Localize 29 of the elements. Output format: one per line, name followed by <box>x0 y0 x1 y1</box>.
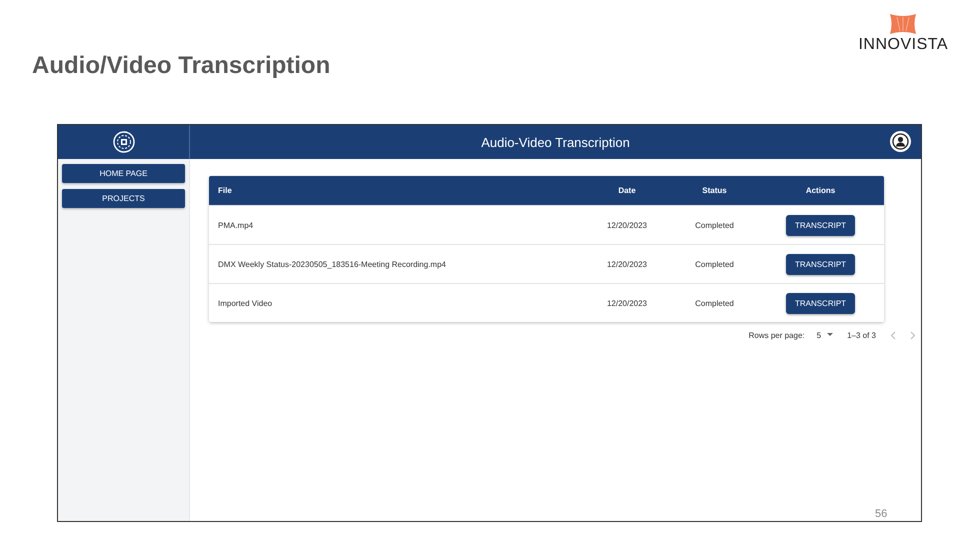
emblem-icon <box>112 131 134 153</box>
slide-title: Audio/Video Transcription <box>32 52 330 80</box>
transcript-button[interactable]: TRANSCRIPT <box>786 214 856 236</box>
column-header: File <box>217 186 233 195</box>
status-cell: Completed <box>695 298 734 308</box>
page-range: 1–3 of 3 <box>847 330 876 340</box>
sidebar-item[interactable]: HOME PAGE <box>62 164 185 183</box>
transcript-button[interactable]: TRANSCRIPT <box>786 292 856 314</box>
user-avatar-icon[interactable] <box>890 131 911 152</box>
brand-name: INNOVISTA <box>858 36 948 54</box>
caret-icon[interactable] <box>827 333 834 337</box>
app-title: Audio-Video Transcription <box>481 134 630 150</box>
logo-icon <box>889 14 918 34</box>
rows-per-page-label: Rows per page: <box>748 330 805 340</box>
column-header: Actions <box>804 186 836 195</box>
sidebar-item[interactable]: PROJECTS <box>62 189 185 208</box>
transcript-button[interactable]: TRANSCRIPT <box>786 254 856 274</box>
status-cell: Completed <box>695 220 734 230</box>
column-header: Date <box>617 186 637 195</box>
file-name: DMX Weekly Status-20230505_183516-Meeting Recording.mp4 <box>218 260 446 268</box>
status-cell: Completed <box>695 260 734 268</box>
date-cell: 12/20/2023 <box>606 298 648 308</box>
file-name: Imported Video <box>218 298 272 308</box>
date-cell: 12/20/2023 <box>606 260 648 268</box>
rows-per-page-select[interactable]: 5 <box>816 330 834 340</box>
date-cell: 12/20/2023 <box>606 220 648 230</box>
page-number: 56 <box>875 508 888 520</box>
column-header: Status <box>701 186 728 195</box>
file-name: PMA.mp4 <box>218 220 254 230</box>
